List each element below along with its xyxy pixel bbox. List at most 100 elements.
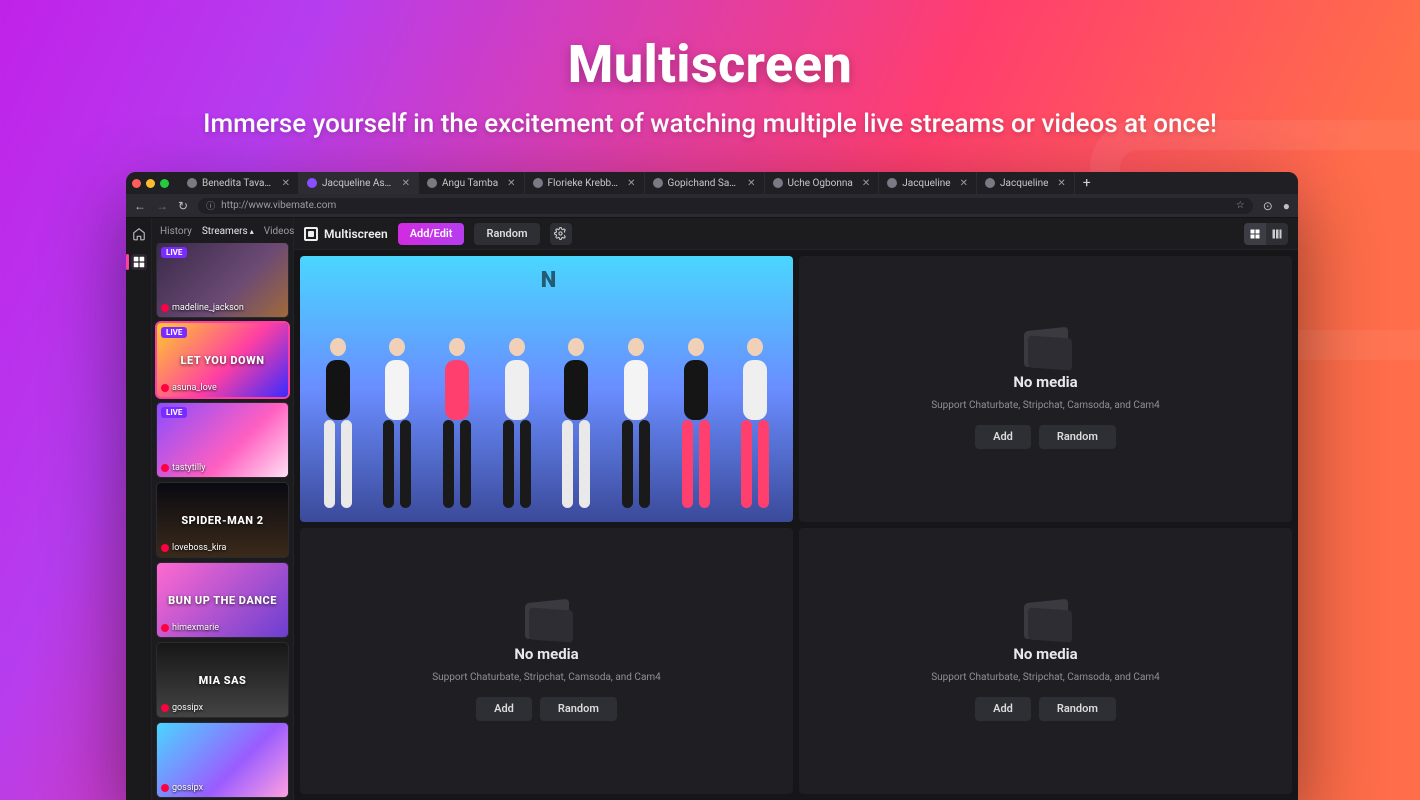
rail-home[interactable] bbox=[126, 226, 151, 242]
page-title: Multiscreen bbox=[304, 227, 388, 241]
url-text: http://www.vibemate.com bbox=[221, 200, 336, 211]
platform-dot-icon bbox=[161, 464, 169, 472]
slot-add-button[interactable]: Add bbox=[476, 697, 532, 721]
platform-dot-icon bbox=[161, 384, 169, 392]
favicon-icon bbox=[427, 178, 437, 188]
close-icon[interactable] bbox=[132, 179, 141, 188]
streamer-name: madeline_jackson bbox=[161, 303, 244, 313]
grid-slot-1[interactable]: N bbox=[300, 256, 793, 522]
close-tab-icon[interactable]: ✕ bbox=[747, 178, 755, 189]
stream-thumbnail[interactable]: LET YOU DOWNLIVEasuna_love bbox=[157, 323, 288, 397]
gear-icon bbox=[554, 227, 567, 240]
window-controls[interactable] bbox=[132, 179, 169, 188]
empty-subtitle: Support Chaturbate, Stripchat, Camsoda, … bbox=[931, 399, 1160, 413]
new-tab-button[interactable]: + bbox=[1075, 175, 1099, 191]
close-tab-icon[interactable]: ✕ bbox=[862, 178, 870, 189]
stream-thumbnail[interactable]: LIVEmadeline_jackson bbox=[157, 243, 288, 317]
home-icon bbox=[131, 226, 147, 242]
maximize-icon[interactable] bbox=[160, 179, 169, 188]
main-area: Multiscreen Add/Edit Random bbox=[294, 218, 1298, 800]
slot-random-button[interactable]: Random bbox=[540, 697, 617, 721]
rail-multiscreen[interactable] bbox=[126, 254, 151, 270]
tab-label: Angu Tamba bbox=[442, 178, 498, 189]
close-tab-icon[interactable]: ✕ bbox=[507, 178, 515, 189]
tab-label: Jacqueline bbox=[1000, 178, 1048, 189]
nav-rail bbox=[126, 218, 152, 800]
columns-icon bbox=[1271, 228, 1283, 240]
streamer-name: asuna_love bbox=[161, 383, 217, 393]
slot-random-button[interactable]: Random bbox=[1039, 697, 1116, 721]
minimize-icon[interactable] bbox=[146, 179, 155, 188]
add-edit-button[interactable]: Add/Edit bbox=[398, 223, 465, 245]
tab-label: Florieke Krebber bbox=[548, 178, 619, 189]
stream-thumbnail[interactable]: LIVE tastytilly bbox=[157, 403, 288, 477]
browser-tab[interactable]: Gopichand Sana ✕ bbox=[645, 172, 765, 194]
tab-label: Benedita Tavares bbox=[202, 178, 273, 189]
browser-tab[interactable]: Florieke Krebber ✕ bbox=[525, 172, 645, 194]
tab-label: Jacqueline bbox=[902, 178, 950, 189]
empty-subtitle: Support Chaturbate, Stripchat, Camsoda, … bbox=[432, 671, 661, 685]
settings-button[interactable] bbox=[550, 223, 572, 245]
grid-slot-3: No media Support Chaturbate, Stripchat, … bbox=[300, 528, 793, 794]
close-tab-icon[interactable]: ✕ bbox=[1057, 178, 1065, 189]
streamer-name: loveboss_kira bbox=[161, 543, 226, 553]
favicon-icon bbox=[307, 178, 317, 188]
empty-subtitle: Support Chaturbate, Stripchat, Camsoda, … bbox=[931, 671, 1160, 685]
browser-tab[interactable]: Uche Ogbonna ✕ bbox=[765, 172, 880, 194]
browser-tab[interactable]: Jacqueline ✕ bbox=[977, 172, 1075, 194]
reload-icon[interactable]: ↻ bbox=[178, 199, 188, 213]
back-icon[interactable]: ← bbox=[134, 199, 146, 213]
forward-icon[interactable]: → bbox=[156, 199, 168, 213]
stream-thumbnail[interactable]: gossipx bbox=[157, 723, 288, 797]
address-bar[interactable]: ⓘ http://www.vibemate.com ☆ bbox=[198, 198, 1253, 214]
stream-list: LIVEmadeline_jacksonLET YOU DOWNLIVEasun… bbox=[152, 243, 293, 800]
platform-dot-icon bbox=[161, 784, 169, 792]
chevron-up-icon: ▴ bbox=[250, 227, 254, 236]
multiscreen-icon bbox=[131, 254, 147, 270]
layout-columns-button[interactable] bbox=[1266, 223, 1288, 245]
video-frame bbox=[300, 256, 793, 522]
live-badge: LIVE bbox=[161, 327, 187, 338]
profile-icon[interactable]: ● bbox=[1283, 199, 1290, 213]
grid-icon bbox=[1249, 228, 1261, 240]
favicon-icon bbox=[533, 178, 543, 188]
site-info-icon[interactable]: ⓘ bbox=[206, 199, 215, 212]
app-toolbar: Multiscreen Add/Edit Random bbox=[294, 218, 1298, 250]
slot-add-button[interactable]: Add bbox=[975, 697, 1031, 721]
close-tab-icon[interactable]: ✕ bbox=[282, 178, 290, 189]
favicon-icon bbox=[653, 178, 663, 188]
streamer-name: tastytilly bbox=[161, 463, 205, 473]
favicon-icon bbox=[887, 178, 897, 188]
close-tab-icon[interactable]: ✕ bbox=[627, 178, 635, 189]
favicon-icon bbox=[773, 178, 783, 188]
browser-window: Benedita Tavares✕Jacqueline Asong Jacque… bbox=[126, 172, 1298, 800]
browser-tab[interactable]: Angu Tamba ✕ bbox=[419, 172, 525, 194]
bookmark-icon[interactable]: ☆ bbox=[1236, 200, 1245, 211]
tab-label: Uche Ogbonna bbox=[788, 178, 853, 189]
stream-thumbnail[interactable]: MIA SASgossipx bbox=[157, 643, 288, 717]
live-badge: LIVE bbox=[161, 407, 187, 418]
slot-add-button[interactable]: Add bbox=[975, 425, 1031, 449]
slot-random-button[interactable]: Random bbox=[1039, 425, 1116, 449]
sidebar-tab-history[interactable]: History bbox=[160, 226, 192, 237]
streamer-name: gossipx bbox=[161, 703, 203, 713]
browser-tab[interactable]: Jacqueline Asong Jacquelin✕ bbox=[299, 172, 419, 194]
browser-tab[interactable]: Benedita Tavares ✕ bbox=[179, 172, 299, 194]
streamer-name: gossipx bbox=[161, 783, 203, 793]
stream-thumbnail[interactable]: SPIDER-MAN 2loveboss_kira bbox=[157, 483, 288, 557]
grid-slot-2: No media Support Chaturbate, Stripchat, … bbox=[799, 256, 1292, 522]
extensions-icon[interactable]: ⊙ bbox=[1263, 199, 1273, 213]
stream-thumbnail[interactable]: BUN UP THE DANCEhimexmarie bbox=[157, 563, 288, 637]
streamer-name: himexmarie bbox=[161, 623, 219, 633]
browser-tab[interactable]: Jacqueline ✕ bbox=[879, 172, 977, 194]
sidebar-tab-streamers[interactable]: Streamers▴ bbox=[202, 226, 254, 237]
empty-media-icon bbox=[1024, 601, 1068, 637]
close-tab-icon[interactable]: ✕ bbox=[960, 178, 968, 189]
layout-grid-button[interactable] bbox=[1244, 223, 1266, 245]
tab-label: Gopichand Sana bbox=[668, 178, 739, 189]
close-tab-icon[interactable]: ✕ bbox=[402, 178, 410, 189]
random-button[interactable]: Random bbox=[474, 223, 539, 245]
empty-media-icon bbox=[1024, 329, 1068, 365]
hero: Multiscreen Immerse yourself in the exci… bbox=[0, 0, 1420, 139]
empty-title: No media bbox=[514, 645, 578, 663]
